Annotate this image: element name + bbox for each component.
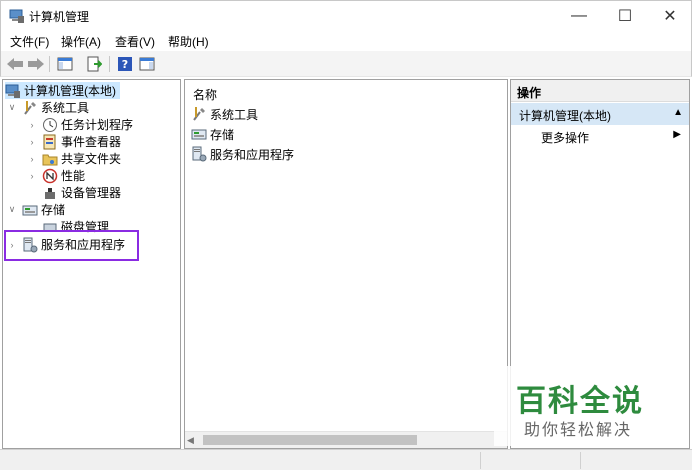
chevron-down-icon[interactable]: ∨ xyxy=(7,204,17,215)
toolbar-separator xyxy=(49,56,50,72)
menu-file[interactable]: 文件(F) xyxy=(10,33,49,50)
show-hide-action-pane-icon xyxy=(139,57,155,71)
help-button[interactable]: ? xyxy=(115,55,135,73)
scrollbar-thumb[interactable] xyxy=(203,435,417,445)
maximize-icon: ☐ xyxy=(617,8,633,25)
collapse-up-icon[interactable]: ▲ xyxy=(673,107,683,118)
tree-item-device-manager[interactable]: 设备管理器 xyxy=(42,184,121,201)
menu-action[interactable]: 操作(A) xyxy=(61,33,101,50)
list-item-label: 服务和应用程序 xyxy=(210,147,295,162)
list-item-label: 存储 xyxy=(210,127,235,142)
forward-button[interactable] xyxy=(26,55,46,73)
tree-item-label: 存储 xyxy=(41,203,66,217)
show-hide-console-tree-button[interactable] xyxy=(55,55,75,73)
submenu-arrow-icon[interactable]: ▶ xyxy=(673,129,681,140)
computer-management-icon xyxy=(5,83,21,99)
scroll-left-icon[interactable]: ◀ xyxy=(187,435,194,446)
back-icon xyxy=(7,58,23,70)
export-list-icon xyxy=(87,56,102,72)
tree-item-root[interactable]: 计算机管理(本地) xyxy=(5,82,120,99)
maximize-button[interactable]: ☐ xyxy=(602,1,648,31)
show-hide-action-pane-button[interactable] xyxy=(137,55,157,73)
status-bar xyxy=(0,449,692,470)
menu-view[interactable]: 查看(V) xyxy=(115,33,155,50)
tree-item-storage[interactable]: ∨ 存储 xyxy=(7,201,65,218)
computer-management-icon xyxy=(9,8,25,24)
close-icon: ✕ xyxy=(663,8,677,25)
tree-item-label: 计算机管理(本地) xyxy=(24,84,116,98)
tree-item-shared-folders[interactable]: › 共享文件夹 xyxy=(27,150,122,167)
chevron-right-icon[interactable]: › xyxy=(27,154,37,164)
actions-group-label: 计算机管理(本地) xyxy=(519,109,611,123)
tree-item-event-viewer[interactable]: › 事件查看器 xyxy=(27,133,121,150)
tree-item-label: 性能 xyxy=(61,169,86,183)
highlight-box xyxy=(4,230,139,261)
more-actions-link[interactable]: 更多操作 xyxy=(541,129,589,146)
shared-folder-icon xyxy=(42,151,58,167)
tree-item-system-tools[interactable]: ∨ 系统工具 xyxy=(7,99,89,116)
tree-item-task-scheduler[interactable]: › 任务计划程序 xyxy=(27,116,133,133)
tree-item-label: 设备管理器 xyxy=(61,186,122,200)
toolbar-separator xyxy=(109,56,110,72)
title-bar: 计算机管理 — ☐ ✕ xyxy=(0,0,692,30)
results-pane: 名称 系统工具 存储 服务和应用程序 ◀ xyxy=(184,79,508,449)
show-hide-console-tree-icon xyxy=(57,57,73,71)
storage-icon xyxy=(191,126,207,142)
tree-item-performance[interactable]: › 性能 xyxy=(27,167,85,184)
tree-item-label: 任务计划程序 xyxy=(61,118,134,132)
tools-icon xyxy=(22,100,38,116)
actions-group-computer-management[interactable]: 计算机管理(本地) ▲ xyxy=(511,103,689,125)
watermark: 百科全说 助你轻松解决 xyxy=(494,366,674,446)
clock-icon xyxy=(42,117,58,133)
svg-text:?: ? xyxy=(122,58,128,71)
chevron-right-icon[interactable]: › xyxy=(27,171,37,181)
list-item[interactable]: 系统工具 xyxy=(191,105,258,123)
export-list-button[interactable] xyxy=(84,55,104,73)
close-button[interactable]: ✕ xyxy=(647,1,692,31)
actions-header: 操作 xyxy=(511,80,689,102)
chevron-right-icon[interactable]: › xyxy=(27,120,37,130)
minimize-icon: — xyxy=(571,7,587,24)
tree-item-label: 共享文件夹 xyxy=(61,152,122,166)
device-manager-icon xyxy=(42,185,58,201)
toolbar: ? xyxy=(0,51,692,77)
chevron-right-icon[interactable]: › xyxy=(27,137,37,147)
list-item-label: 系统工具 xyxy=(210,107,259,122)
console-tree: 计算机管理(本地) ∨ 系统工具 › 任务计划程序 › 事件查看器 › 共享文件… xyxy=(2,79,181,449)
status-divider xyxy=(580,452,581,469)
tools-icon xyxy=(191,106,207,122)
column-header-name[interactable]: 名称 xyxy=(193,86,217,103)
event-viewer-icon xyxy=(42,134,58,150)
tree-item-label: 事件查看器 xyxy=(61,135,122,149)
minimize-button[interactable]: — xyxy=(556,1,602,31)
forward-icon xyxy=(28,58,44,70)
tree-item-label: 系统工具 xyxy=(41,101,90,115)
services-apps-icon xyxy=(191,146,207,162)
watermark-title: 百科全说 xyxy=(516,385,644,418)
help-icon: ? xyxy=(118,57,132,71)
list-item[interactable]: 服务和应用程序 xyxy=(191,145,294,163)
storage-icon xyxy=(22,202,38,218)
horizontal-scrollbar[interactable]: ◀ xyxy=(185,431,507,448)
back-button[interactable] xyxy=(5,55,25,73)
menu-help[interactable]: 帮助(H) xyxy=(168,33,209,50)
status-divider xyxy=(480,452,481,469)
performance-icon xyxy=(42,168,58,184)
chevron-down-icon[interactable]: ∨ xyxy=(7,102,17,113)
menu-bar: 文件(F) 操作(A) 查看(V) 帮助(H) xyxy=(0,30,692,51)
list-item[interactable]: 存储 xyxy=(191,125,234,143)
watermark-subtitle: 助你轻松解决 xyxy=(524,422,633,439)
window-title: 计算机管理 xyxy=(29,10,90,24)
